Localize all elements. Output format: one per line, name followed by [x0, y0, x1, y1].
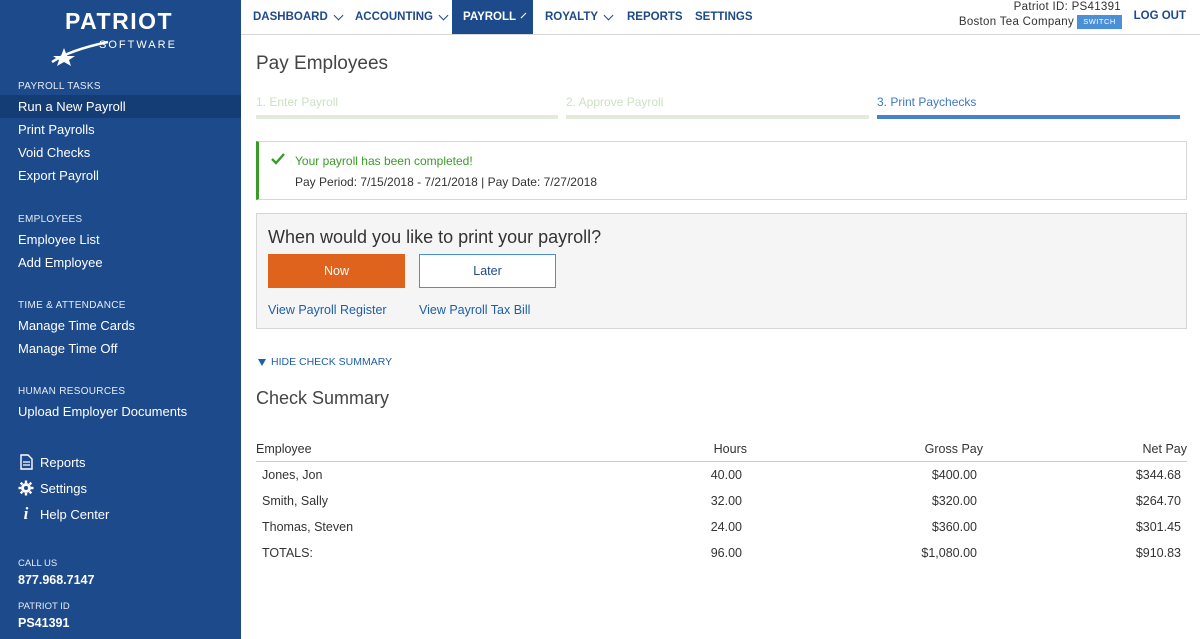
- column-header-gross-pay: Gross Pay: [924, 442, 983, 456]
- patriot-logo[interactable]: PATRIOT SOFTWARE: [50, 8, 180, 66]
- cell-net-pay: $344.68: [1135, 468, 1181, 482]
- nav-label: ROYALTY: [545, 11, 599, 23]
- sidebar-item-employee-list[interactable]: Employee List: [0, 228, 241, 251]
- sidebar-link-settings[interactable]: Settings: [18, 478, 87, 498]
- view-payroll-register-link[interactable]: View Payroll Register: [268, 303, 387, 317]
- nav-settings[interactable]: SETTINGS: [683, 0, 765, 34]
- success-alert: Your payroll has been completed! Pay Per…: [256, 141, 1187, 200]
- nav-label: DASHBOARD: [253, 11, 328, 23]
- column-header-employee: Employee: [256, 442, 312, 456]
- cell-hours: 40.00: [710, 468, 742, 482]
- step-bar-enter-payroll: [256, 115, 558, 119]
- cell-gross-pay: $320.00: [931, 494, 977, 508]
- section-employees: EMPLOYEES: [18, 214, 83, 225]
- sidebar-link-label: Help Center: [40, 506, 110, 522]
- sidebar-item-manage-time-off[interactable]: Manage Time Off: [0, 337, 241, 360]
- nav-label: PAYROLL: [463, 11, 517, 23]
- chevron-down-icon: [603, 10, 614, 20]
- sidebar-item-add-employee[interactable]: Add Employee: [0, 251, 241, 274]
- sidebar: PATRIOT SOFTWARE PAYROLL TASKS Run a New…: [0, 0, 241, 639]
- logout-link[interactable]: LOG OUT: [1134, 10, 1186, 22]
- sidebar-link-label: Settings: [40, 480, 87, 496]
- view-payroll-tax-bill-link[interactable]: View Payroll Tax Bill: [419, 303, 530, 317]
- chevron-down-icon: [438, 10, 449, 20]
- cell-gross-pay: $360.00: [931, 520, 977, 534]
- nav-payroll[interactable]: PAYROLL: [452, 0, 533, 34]
- checkmark-icon: [271, 153, 285, 165]
- cell-net-pay: $264.70: [1135, 494, 1181, 508]
- triangle-down-icon: [258, 358, 266, 366]
- step-bar-approve-payroll: [566, 115, 869, 119]
- hide-check-summary-toggle[interactable]: HIDE CHECK SUMMARY: [258, 356, 392, 368]
- chevron-down-icon: [520, 12, 527, 18]
- section-time-attendance: TIME & ATTENDANCE: [18, 300, 126, 311]
- cell-net-pay: $301.45: [1135, 520, 1181, 534]
- sidebar-item-print-payrolls[interactable]: Print Payrolls: [0, 118, 241, 141]
- sidebar-link-help-center[interactable]: i Help Center: [18, 504, 110, 524]
- cell-total-gross-pay: $1,080.00: [921, 546, 977, 560]
- cell-gross-pay: $400.00: [931, 468, 977, 482]
- patriot-id-label: PATRIOT ID: [18, 601, 70, 612]
- step-print-paychecks: 3. Print Paychecks: [877, 95, 977, 109]
- sidebar-link-reports[interactable]: Reports: [18, 452, 86, 472]
- step-approve-payroll: 2. Approve Payroll: [566, 95, 664, 109]
- cell-totals-label: TOTALS:: [262, 546, 313, 560]
- cell-total-hours: 96.00: [710, 546, 742, 560]
- switch-company-button[interactable]: SWITCH: [1077, 15, 1122, 29]
- success-title: Your payroll has been completed!: [295, 154, 473, 168]
- nav-label: REPORTS: [627, 11, 683, 23]
- sidebar-item-manage-time-cards[interactable]: Manage Time Cards: [0, 314, 241, 337]
- cell-total-net-pay: $910.83: [1135, 546, 1181, 560]
- hide-summary-label: HIDE CHECK SUMMARY: [271, 356, 393, 368]
- document-icon: [18, 454, 34, 470]
- print-options-panel: When would you like to print your payrol…: [256, 213, 1187, 329]
- company-name: Boston Tea Company: [958, 16, 1074, 28]
- top-navigation: DASHBOARD ACCOUNTING PAYROLL ROYALTY REP…: [241, 0, 1200, 35]
- cell-hours: 24.00: [710, 520, 742, 534]
- sidebar-item-void-checks[interactable]: Void Checks: [0, 141, 241, 164]
- logo-tagline: SOFTWARE: [99, 39, 177, 51]
- sidebar-item-run-new-payroll[interactable]: Run a New Payroll: [0, 95, 241, 118]
- patriot-id-display: Patriot ID: PS41391: [1013, 1, 1121, 13]
- table-divider: [256, 461, 1187, 462]
- column-header-net-pay: Net Pay: [1142, 442, 1187, 456]
- nav-royalty[interactable]: ROYALTY: [533, 0, 624, 34]
- info-icon: i: [23, 504, 29, 523]
- cell-employee: Jones, Jon: [262, 468, 323, 482]
- call-us-label: CALL US: [18, 558, 58, 569]
- sidebar-link-label: Reports: [40, 454, 86, 470]
- nav-label: SETTINGS: [695, 11, 753, 23]
- patriot-id-value: PS41391: [18, 616, 70, 630]
- section-human-resources: HUMAN RESOURCES: [18, 386, 126, 397]
- nav-label: ACCOUNTING: [355, 11, 433, 23]
- print-later-button[interactable]: Later: [419, 254, 556, 288]
- section-payroll-tasks: PAYROLL TASKS: [18, 81, 101, 92]
- chevron-down-icon: [333, 10, 344, 20]
- logo-name: PATRIOT: [65, 8, 174, 34]
- column-header-hours: Hours: [713, 442, 747, 456]
- cell-employee: Thomas, Steven: [262, 520, 354, 534]
- sidebar-item-export-payroll[interactable]: Export Payroll: [0, 164, 241, 187]
- print-now-button[interactable]: Now: [268, 254, 405, 288]
- pay-period-details: Pay Period: 7/15/2018 - 7/21/2018 | Pay …: [295, 175, 597, 189]
- sidebar-item-upload-documents[interactable]: Upload Employer Documents: [0, 400, 241, 423]
- check-summary-title: Check Summary: [256, 388, 390, 408]
- gear-icon: [18, 480, 34, 496]
- nav-accounting[interactable]: ACCOUNTING: [343, 0, 459, 34]
- cell-hours: 32.00: [710, 494, 742, 508]
- print-question: When would you like to print your payrol…: [268, 227, 602, 247]
- step-bar-print-paychecks: [877, 115, 1180, 119]
- phone-number: 877.968.7147: [18, 573, 95, 587]
- nav-dashboard[interactable]: DASHBOARD: [241, 0, 354, 34]
- page-title: Pay Employees: [256, 53, 389, 74]
- cell-employee: Smith, Sally: [262, 494, 328, 508]
- step-enter-payroll: 1. Enter Payroll: [256, 95, 339, 109]
